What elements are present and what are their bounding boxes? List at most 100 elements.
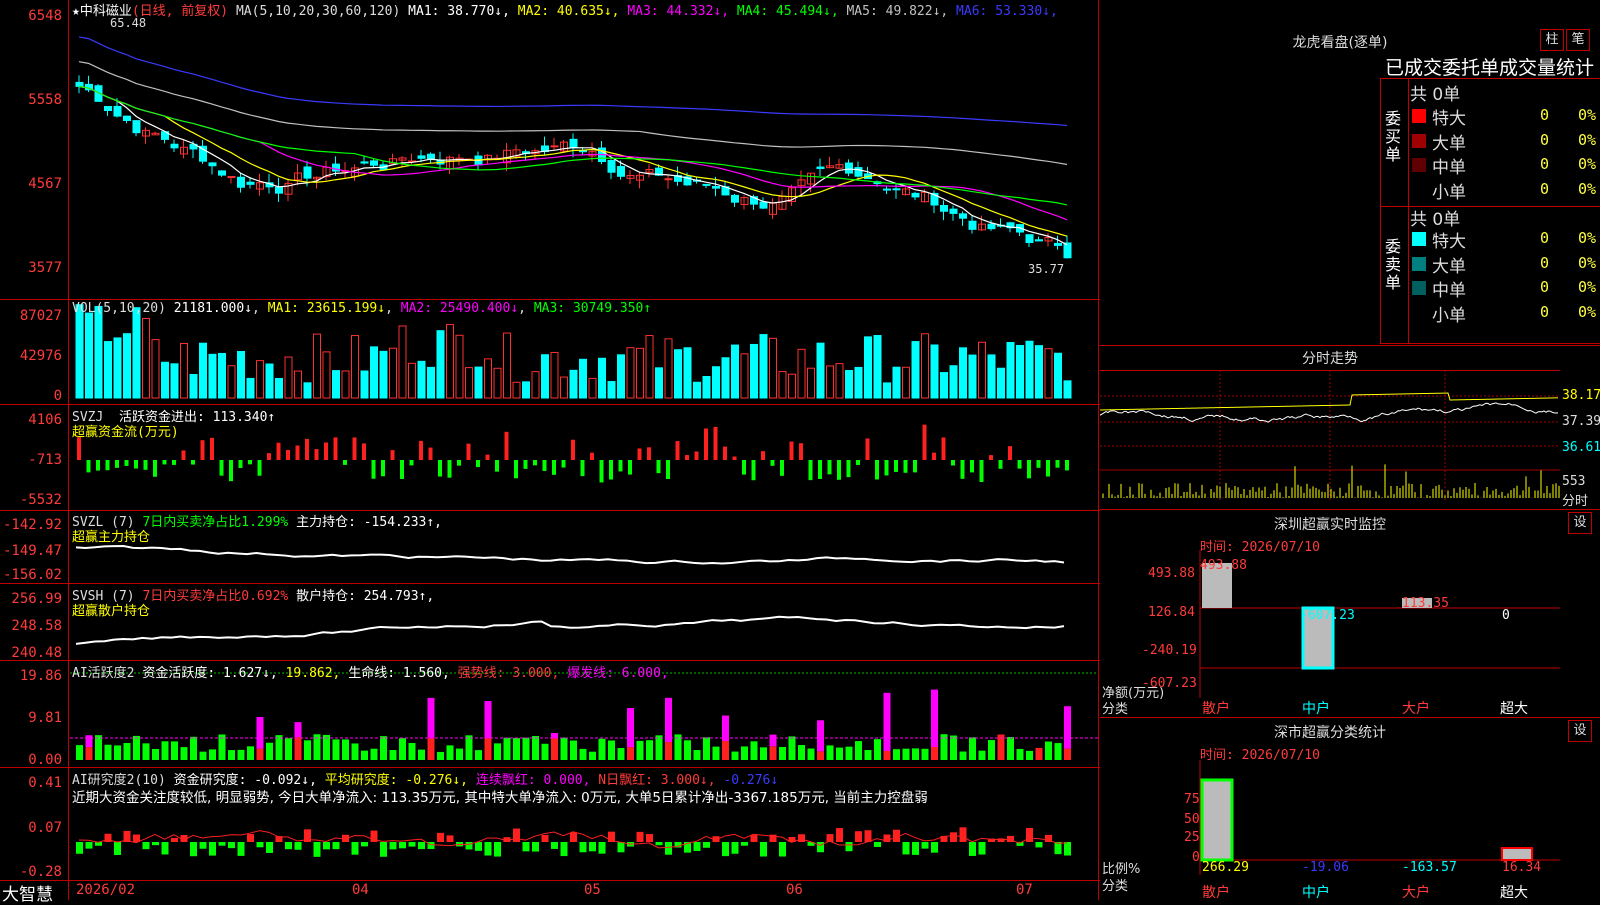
activity-bar bbox=[266, 743, 273, 760]
candle-body bbox=[418, 156, 425, 158]
order-percent: 0% bbox=[1578, 278, 1596, 296]
activity-bar bbox=[238, 750, 245, 760]
candle-body bbox=[171, 144, 178, 148]
sz-class-chart bbox=[1100, 760, 1600, 900]
air-tick: -0.28 bbox=[0, 864, 62, 880]
volume-bar bbox=[675, 350, 682, 398]
research-bar bbox=[865, 830, 872, 842]
mon-tick: 126.84 bbox=[1148, 605, 1195, 620]
legend-swatch bbox=[1412, 109, 1426, 123]
activity-bar bbox=[1026, 751, 1033, 760]
activity-bar bbox=[532, 736, 539, 760]
activity-bar bbox=[912, 748, 919, 760]
tick-mode-button[interactable]: 笔 bbox=[1566, 29, 1590, 51]
low-label: 35.77 bbox=[1028, 262, 1064, 276]
activity-bar bbox=[333, 739, 340, 760]
activity-bar bbox=[665, 742, 672, 760]
research-bar bbox=[494, 842, 501, 857]
chart-area[interactable]: ★中科磁业(日线, 前复权) MA(5,10,20,30,60,120) MA1… bbox=[0, 0, 1100, 900]
volume-bar bbox=[694, 382, 701, 398]
order-percent: 0% bbox=[1578, 180, 1596, 198]
candle-body bbox=[988, 224, 995, 228]
svsh-tick: 240.48 bbox=[0, 645, 62, 661]
price-header: ★中科磁业(日线, 前复权) MA(5,10,20,30,60,120) MA1… bbox=[72, 0, 1058, 19]
order-count: 0 bbox=[1540, 131, 1549, 149]
research-bar bbox=[238, 842, 245, 856]
candle-body bbox=[124, 116, 131, 120]
candle-body bbox=[105, 107, 112, 111]
volume-bar bbox=[200, 343, 207, 398]
candle-body bbox=[884, 189, 891, 190]
candle-body bbox=[1026, 235, 1033, 243]
research-bar bbox=[133, 835, 140, 842]
volume-bar bbox=[608, 382, 615, 398]
ai-tick: 19.86 bbox=[0, 668, 62, 684]
volume-bar bbox=[361, 371, 368, 398]
candle-body bbox=[371, 161, 378, 165]
activity-bar bbox=[181, 747, 188, 760]
volume-bar bbox=[124, 334, 131, 398]
cls-tick: 0 bbox=[1192, 850, 1200, 865]
volume-bar bbox=[409, 363, 416, 398]
svsh-sub: 超赢散户持仓 bbox=[72, 600, 150, 619]
research-bar bbox=[399, 842, 406, 848]
activity-bar bbox=[494, 743, 501, 760]
sz-monitor-settings-button[interactable]: 设 bbox=[1568, 512, 1592, 534]
svzl-text2: 主力持仓: -154.233↑, bbox=[296, 515, 442, 530]
volume-bar bbox=[941, 373, 948, 398]
research-bar bbox=[209, 842, 216, 856]
activity-bar bbox=[713, 747, 720, 760]
activity-bar bbox=[751, 741, 758, 760]
dragon-tab-header[interactable]: 已成交委托单成交量统计 bbox=[1385, 53, 1594, 80]
activity-spike bbox=[1064, 706, 1071, 748]
ai-header: AI活跃度2 资金活跃度: 1.627↓, 19.862, 生命线: 1.560… bbox=[72, 662, 669, 681]
research-bar bbox=[637, 832, 644, 842]
activity-bar bbox=[741, 746, 748, 760]
volume-bar bbox=[228, 366, 235, 398]
activity-spike bbox=[817, 720, 824, 751]
activity-bar bbox=[836, 748, 843, 760]
sz-class-settings-button[interactable]: 设 bbox=[1568, 720, 1592, 742]
volume-bar bbox=[713, 367, 720, 398]
candle-body bbox=[941, 205, 948, 211]
volume-bar bbox=[304, 383, 311, 398]
candle-body bbox=[713, 186, 720, 188]
activity-bar bbox=[817, 751, 824, 760]
volume-bar bbox=[447, 325, 454, 398]
candle-body bbox=[1055, 243, 1062, 245]
volume-bar bbox=[276, 378, 283, 398]
ma-value: MA6: 53.330↓, bbox=[948, 4, 1058, 19]
research-bar bbox=[143, 842, 150, 849]
candle-body bbox=[276, 187, 283, 193]
volume-bar bbox=[561, 377, 568, 398]
ma-value: MA2: 40.635↓, bbox=[510, 4, 620, 19]
activity-bar bbox=[504, 738, 511, 760]
research-bar bbox=[732, 842, 739, 854]
svzl-tick: -156.02 bbox=[0, 567, 62, 583]
activity-bar bbox=[865, 750, 872, 760]
mon-xtitle: 分类 bbox=[1102, 698, 1128, 717]
x-date-label: 07 bbox=[1016, 882, 1033, 898]
volume-bar bbox=[893, 367, 900, 398]
research-bar bbox=[618, 842, 625, 852]
cls-xtitle: 分类 bbox=[1102, 875, 1128, 894]
retail-holding-line bbox=[76, 617, 1064, 644]
vol-value: 21181.000↓ bbox=[174, 301, 252, 316]
mon-bar-value: 493.88 bbox=[1200, 558, 1247, 573]
candle-body bbox=[703, 184, 710, 185]
volume-bar bbox=[912, 342, 919, 398]
order-count: 0 bbox=[1540, 155, 1549, 173]
research-bar bbox=[152, 842, 159, 845]
air-tick: 0.07 bbox=[0, 820, 62, 836]
activity-bar bbox=[95, 735, 102, 760]
volume-bar bbox=[884, 383, 891, 398]
volume-bar bbox=[504, 333, 511, 398]
volume-bar bbox=[114, 338, 121, 398]
bar-mode-button[interactable]: 柱 bbox=[1540, 29, 1564, 51]
ma1-line bbox=[79, 86, 1067, 244]
ai-text4: 强势线: 3.000, bbox=[458, 666, 560, 681]
cls-cat: 中户 bbox=[1302, 882, 1330, 902]
research-bar bbox=[409, 842, 416, 847]
intraday-chart[interactable] bbox=[1100, 370, 1600, 510]
order-size-label: 大单 bbox=[1432, 129, 1466, 154]
